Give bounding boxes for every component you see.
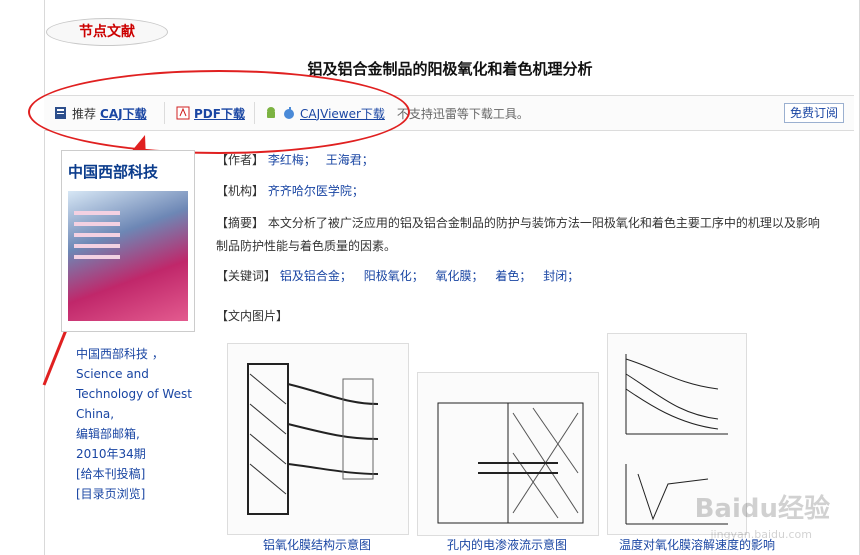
figure-thumbnail[interactable] [417, 372, 599, 536]
baidu-watermark-url: jingyan.baidu.com [710, 528, 812, 541]
abstract-text: 本文分析了被广泛应用的铝及铝合金制品的防护与装饰方法一阳极氧化和着色主要工序中的… [267, 216, 820, 230]
keywords-label: 【关键词】 [216, 269, 277, 283]
journal-name-en[interactable]: Science and [76, 364, 206, 384]
keyword-link[interactable]: 铝及铝合金； [280, 269, 352, 283]
issue[interactable]: 2010年34期 [76, 444, 206, 464]
journal-info: 中国西部科技 ， Science and Technology of West … [76, 344, 206, 504]
images-label: 【文内图片】 [216, 309, 289, 323]
abstract-row: 【摘要】 本文分析了被广泛应用的铝及铝合金制品的防护与装饰方法一阳极氧化和着色主… [216, 213, 836, 234]
author-link[interactable]: 王海君； [326, 153, 374, 167]
abstract-text-2: 制品防护性能与着色质量的因素。 [216, 239, 397, 253]
abstract-label: 【摘要】 [216, 216, 265, 230]
org-row: 【机构】 齐齐哈尔医学院； [216, 181, 836, 202]
keywords-row: 【关键词】 铝及铝合金； 阳极氧化； 氧化膜； 着色； 封闭； [216, 266, 836, 287]
journal-name-link[interactable]: 中国西部科技 ， [76, 344, 206, 364]
figure-caption[interactable]: 铝氧化膜结构示意图 [227, 536, 407, 553]
journal-cover[interactable]: 中国西部科技 [61, 150, 195, 332]
org-link[interactable]: 齐齐哈尔医学院； [268, 184, 364, 198]
baidu-watermark: Baidu经验 [694, 494, 830, 524]
author-link[interactable]: 李红梅； [268, 153, 316, 167]
submit-link[interactable]: [给本刊投稿] [76, 464, 206, 484]
org-label: 【机构】 [216, 184, 265, 198]
abstract-row-2: 制品防护性能与着色质量的因素。 [216, 236, 836, 257]
keyword-link[interactable]: 氧化膜； [436, 269, 484, 283]
journal-name-en-3[interactable]: China, [76, 404, 206, 424]
figure-image [247, 363, 379, 515]
editor-email[interactable]: 编辑部邮箱, [76, 424, 206, 444]
keyword-link[interactable]: 着色； [495, 269, 531, 283]
authors-row: 【作者】 李红梅； 王海君； [216, 150, 836, 171]
journal-name-en-2[interactable]: Technology of West [76, 384, 206, 404]
cover-text-lines [74, 211, 120, 266]
images-row: 【文内图片】 [216, 306, 836, 327]
figure-caption[interactable]: 孔内的电渗液流示意图 [417, 536, 597, 553]
keyword-link[interactable]: 阳极氧化； [364, 269, 424, 283]
toc-link[interactable]: [目录页浏览] [76, 484, 206, 504]
authors-label: 【作者】 [216, 153, 265, 167]
figure-thumbnail[interactable] [227, 343, 409, 535]
cover-title: 中国西部科技 [68, 163, 159, 181]
keyword-link[interactable]: 封闭； [543, 269, 579, 283]
figure-image [437, 402, 584, 524]
